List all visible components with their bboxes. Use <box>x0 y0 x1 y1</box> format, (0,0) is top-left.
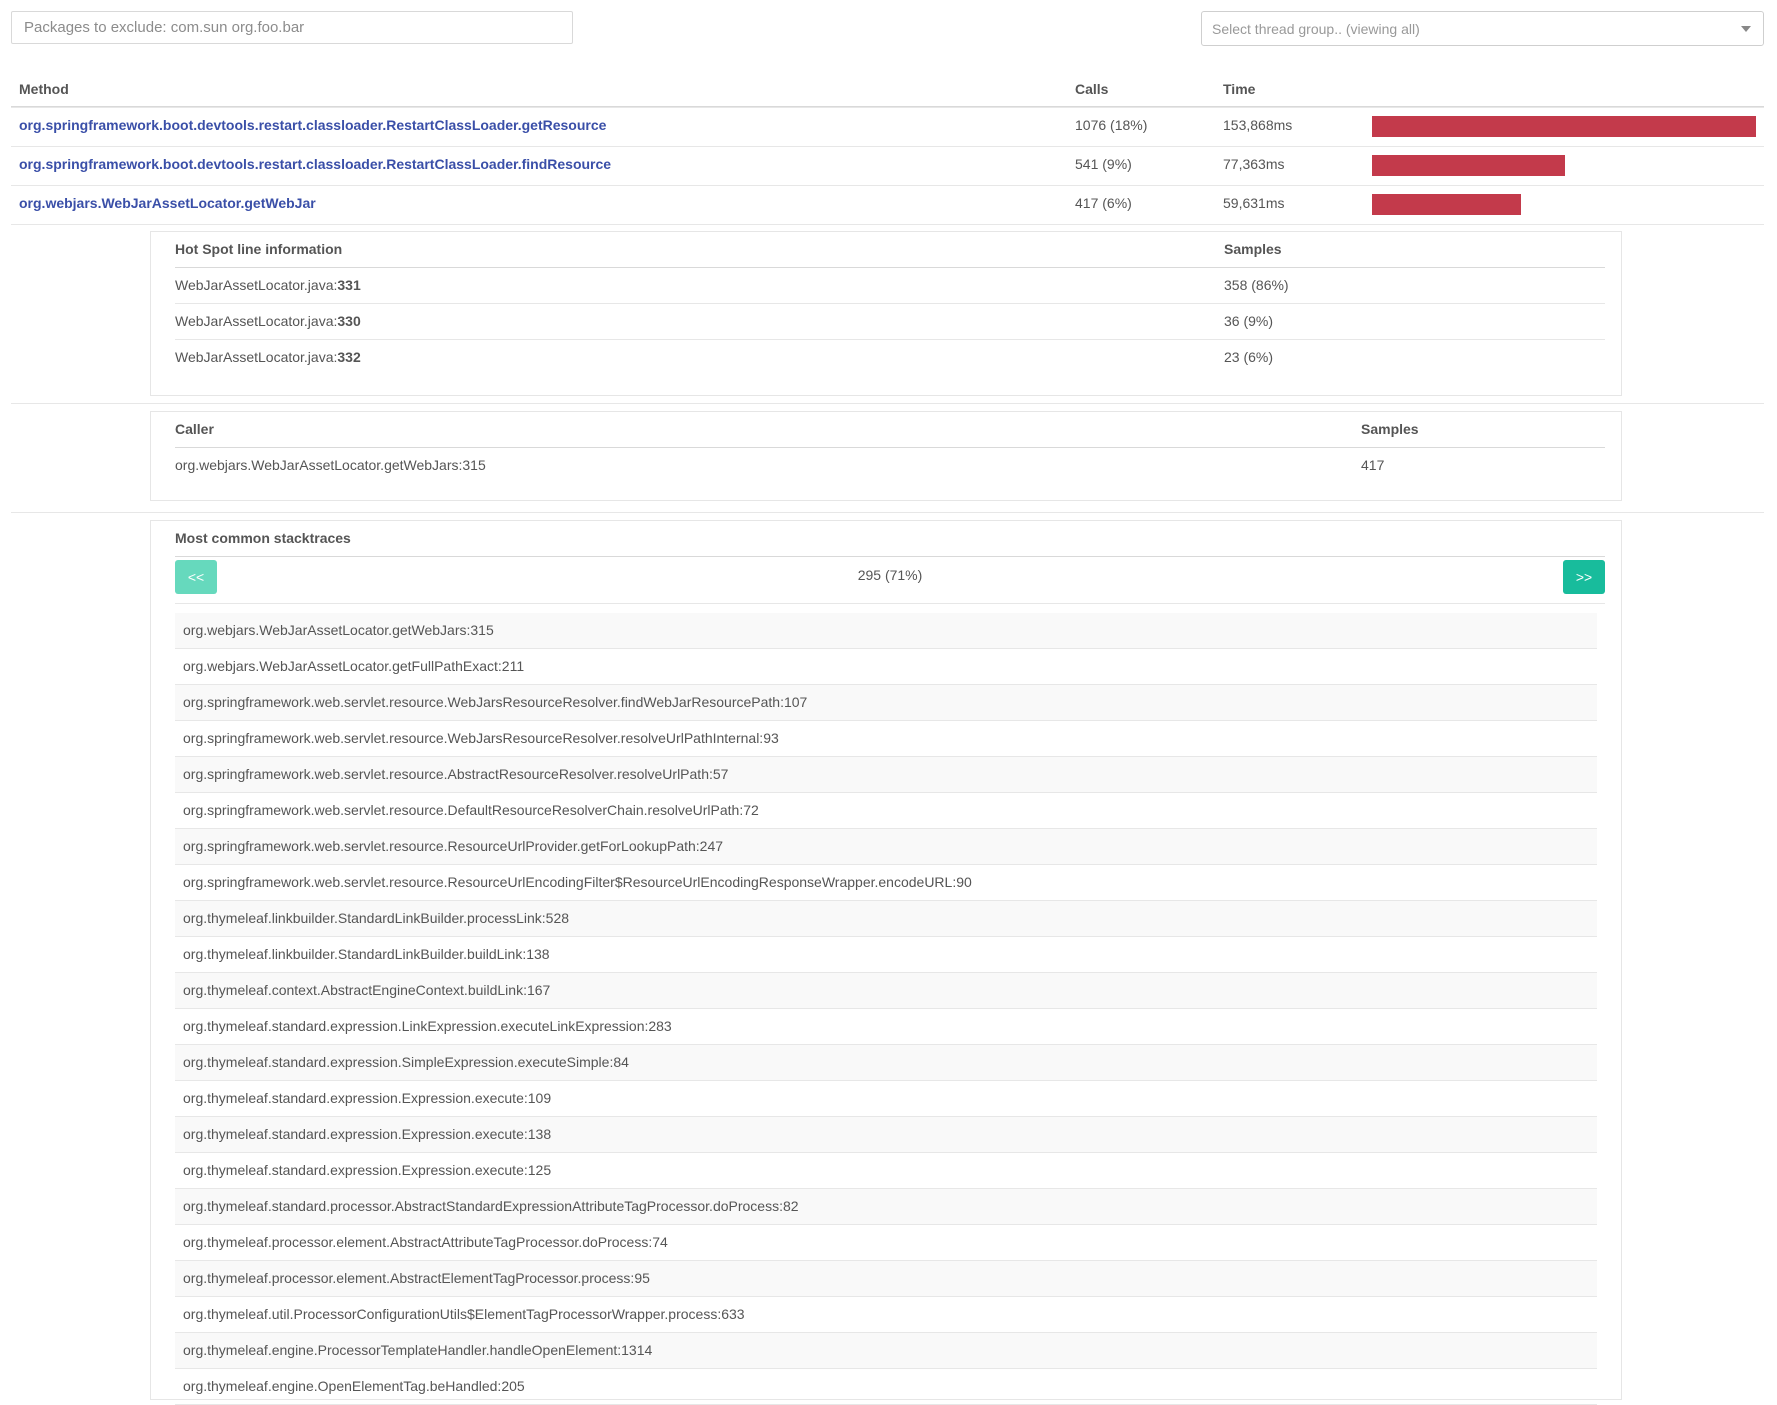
hotspot-samples: 23 (6%) <box>1224 349 1274 365</box>
filter-bar: Select thread group.. (viewing all) <box>0 0 1777 64</box>
hotspot-file: WebJarAssetLocator.java: <box>175 313 338 329</box>
stack-frame: org.thymeleaf.standard.expression.Expres… <box>175 1081 1597 1117</box>
stack-frame: org.thymeleaf.engine.ProcessorTemplateHa… <box>175 1333 1597 1369</box>
time-value: 77,363ms <box>1223 156 1285 172</box>
stack-frame: org.springframework.web.servlet.resource… <box>175 685 1597 721</box>
column-header-time: Time <box>1223 81 1256 97</box>
time-bar-track <box>1372 194 1756 215</box>
stack-frame: org.thymeleaf.standard.expression.Expres… <box>175 1153 1597 1189</box>
stack-frame: org.webjars.WebJarAssetLocator.getWebJar… <box>175 613 1597 649</box>
time-bar <box>1372 155 1566 176</box>
divider <box>11 403 1764 404</box>
method-link[interactable]: org.webjars.WebJarAssetLocator.getWebJar <box>19 195 316 211</box>
column-header-calls: Calls <box>1075 81 1109 97</box>
caller-header: Caller Samples <box>175 412 1605 448</box>
chevron-down-icon <box>1741 26 1751 32</box>
table-bottom-border <box>11 224 1764 226</box>
stack-frame: org.thymeleaf.util.ProcessorConfiguratio… <box>175 1297 1597 1333</box>
stack-frame: org.thymeleaf.standard.processor.Abstrac… <box>175 1189 1597 1225</box>
time-bar-track <box>1372 155 1756 176</box>
stack-frame: org.thymeleaf.processor.element.Abstract… <box>175 1225 1597 1261</box>
table-row: org.webjars.WebJarAssetLocator.getWebJar… <box>175 448 1605 483</box>
hotspot-header: Hot Spot line information Samples <box>175 232 1605 268</box>
stack-frame: org.thymeleaf.linkbuilder.StandardLinkBu… <box>175 937 1597 973</box>
table-row: WebJarAssetLocator.java:332 23 (6%) <box>175 339 1605 375</box>
stack-frame: org.springframework.web.servlet.resource… <box>175 865 1597 901</box>
hotspot-line: WebJarAssetLocator.java:332 <box>175 349 361 365</box>
stack-frame: org.thymeleaf.standard.expression.LinkEx… <box>175 1009 1597 1045</box>
table-row: org.springframework.boot.devtools.restar… <box>11 146 1764 185</box>
caller-name: org.webjars.WebJarAssetLocator.getWebJar… <box>175 457 486 473</box>
next-stacktrace-button[interactable]: >> <box>1563 560 1605 594</box>
caller-samples: 417 <box>1361 457 1385 473</box>
method-link[interactable]: org.springframework.boot.devtools.restar… <box>19 117 606 133</box>
exclude-packages-input[interactable] <box>11 11 573 44</box>
caller-panel: Caller Samples org.webjars.WebJarAssetLo… <box>150 411 1622 501</box>
table-row: WebJarAssetLocator.java:331 358 (86%) <box>175 268 1605 303</box>
stacktraces-panel: Most common stacktraces << 295 (71%) >> … <box>150 520 1622 1405</box>
stack-frame: org.thymeleaf.processor.element.Abstract… <box>175 1261 1597 1297</box>
calls-value: 541 (9%) <box>1075 156 1132 172</box>
stacktraces-title: Most common stacktraces <box>175 530 351 546</box>
table-row: org.springframework.boot.devtools.restar… <box>11 107 1764 146</box>
stacktraces-header: Most common stacktraces <box>175 521 1605 557</box>
divider <box>11 512 1764 513</box>
hotspot-line-number: 332 <box>337 349 361 365</box>
stack-frame: org.thymeleaf.standard.expression.Expres… <box>175 1117 1597 1153</box>
table-row: WebJarAssetLocator.java:330 36 (9%) <box>175 303 1605 339</box>
hotspot-line-number: 331 <box>337 277 361 293</box>
stack-frame: org.springframework.web.servlet.resource… <box>175 829 1597 865</box>
hotspot-file: WebJarAssetLocator.java: <box>175 277 338 293</box>
column-header-samples: Samples <box>1224 241 1282 257</box>
stack-frame: org.thymeleaf.engine.OpenElementTag.beHa… <box>175 1369 1597 1405</box>
stack-frame: org.thymeleaf.standard.expression.Simple… <box>175 1045 1597 1081</box>
time-value: 153,868ms <box>1223 117 1293 133</box>
stacktrace-pager: << 295 (71%) >> <box>175 557 1605 604</box>
stack-frame: org.webjars.WebJarAssetLocator.getFullPa… <box>175 649 1597 685</box>
time-bar-track <box>1372 116 1756 137</box>
time-bar <box>1372 116 1756 137</box>
hotspot-panel: Hot Spot line information Samples WebJar… <box>150 231 1622 396</box>
stack-frame: org.springframework.web.servlet.resource… <box>175 793 1597 829</box>
column-header-line-info: Hot Spot line information <box>175 241 343 257</box>
hotspot-line: WebJarAssetLocator.java:331 <box>175 277 361 293</box>
thread-group-select-label: Select thread group.. (viewing all) <box>1212 20 1420 37</box>
hotspot-samples: 36 (9%) <box>1224 313 1274 329</box>
time-value: 59,631ms <box>1223 195 1285 211</box>
column-header-caller: Caller <box>175 421 214 437</box>
hotspot-line: WebJarAssetLocator.java:330 <box>175 313 361 329</box>
methods-table-header: Method Calls Time <box>11 76 1764 107</box>
stack-frame: org.thymeleaf.linkbuilder.StandardLinkBu… <box>175 901 1597 937</box>
stack-frame: org.thymeleaf.context.AbstractEngineCont… <box>175 973 1597 1009</box>
thread-group-select[interactable]: Select thread group.. (viewing all) <box>1201 11 1764 46</box>
stacktrace-count: 295 (71%) <box>857 567 923 583</box>
method-link[interactable]: org.springframework.boot.devtools.restar… <box>19 156 611 172</box>
calls-value: 1076 (18%) <box>1075 117 1148 133</box>
hotspot-file: WebJarAssetLocator.java: <box>175 349 338 365</box>
stacktrace-frame-list: org.webjars.WebJarAssetLocator.getWebJar… <box>175 613 1597 1405</box>
column-header-samples: Samples <box>1361 421 1419 437</box>
table-row: org.webjars.WebJarAssetLocator.getWebJar… <box>11 185 1764 224</box>
stack-frame: org.springframework.web.servlet.resource… <box>175 757 1597 793</box>
hotspot-line-number: 330 <box>337 313 361 329</box>
methods-table: Method Calls Time org.springframework.bo… <box>11 76 1764 226</box>
calls-value: 417 (6%) <box>1075 195 1132 211</box>
hotspot-samples: 358 (86%) <box>1224 277 1289 293</box>
stack-frame: org.springframework.web.servlet.resource… <box>175 721 1597 757</box>
time-bar <box>1372 194 1521 215</box>
column-header-method: Method <box>19 81 69 97</box>
